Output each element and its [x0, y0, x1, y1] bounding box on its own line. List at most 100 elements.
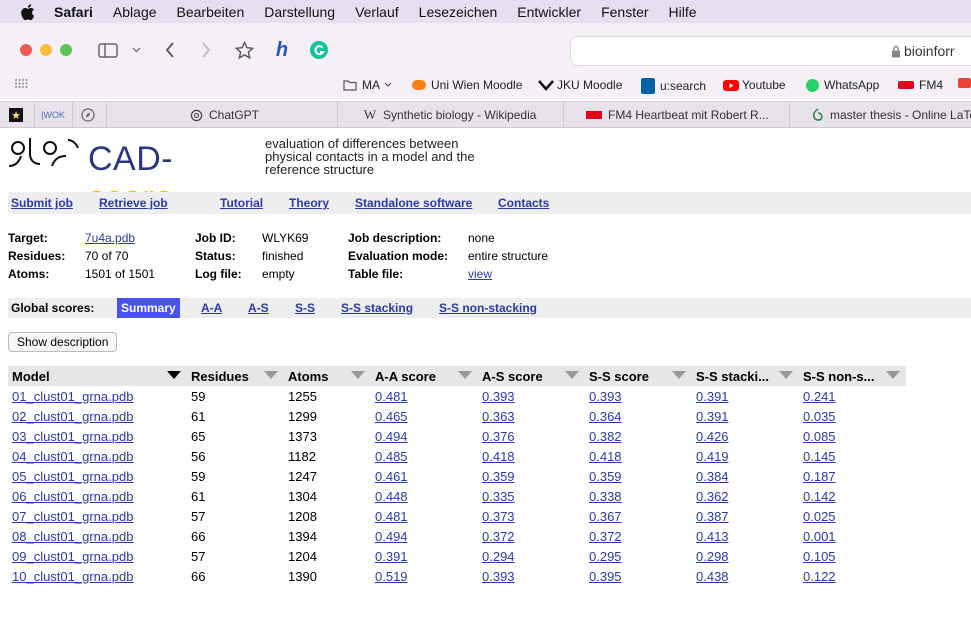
score-link[interactable]: 0.122 — [803, 569, 836, 584]
score-link[interactable]: 0.367 — [589, 509, 622, 524]
menu-item-verlauf[interactable]: Verlauf — [355, 4, 399, 20]
score-link[interactable]: 0.359 — [589, 469, 622, 484]
score-link[interactable]: 0.393 — [589, 389, 622, 404]
score-link[interactable]: 0.363 — [482, 409, 515, 424]
score-tab-ss-non-stacking[interactable]: S-S non-stacking — [439, 301, 537, 315]
score-tab-aa[interactable]: A-A — [201, 301, 222, 315]
grammarly-extension-icon[interactable] — [309, 40, 329, 60]
sort-icon[interactable] — [351, 371, 365, 379]
gmail-icon[interactable] — [958, 78, 971, 88]
score-link[interactable]: 0.418 — [589, 449, 622, 464]
bookmark-uni-wien-moodle[interactable]: Uni Wien Moodle — [412, 78, 522, 92]
bookmark-fm4[interactable]: FM4 — [898, 78, 943, 92]
score-link[interactable]: 0.335 — [482, 489, 515, 504]
nav-standalone-software[interactable]: Standalone software — [355, 196, 472, 210]
back-icon[interactable] — [162, 41, 178, 59]
bookmark-star-icon[interactable] — [234, 40, 254, 60]
nav-retrieve-job[interactable]: Retrieve job — [99, 196, 168, 210]
forward-icon[interactable] — [198, 41, 214, 59]
score-link[interactable]: 0.418 — [482, 449, 515, 464]
score-link[interactable]: 0.364 — [589, 409, 622, 424]
model-file-link[interactable]: 09_clust01_grna.pdb — [12, 549, 133, 564]
score-link[interactable]: 0.376 — [482, 429, 515, 444]
apple-icon[interactable] — [18, 3, 38, 20]
score-link[interactable]: 0.391 — [375, 549, 408, 564]
score-link[interactable]: 0.438 — [696, 569, 729, 584]
menu-item-fenster[interactable]: Fenster — [601, 4, 648, 20]
column-header-as-score[interactable]: A-S score — [478, 366, 585, 386]
score-link[interactable]: 0.481 — [375, 509, 408, 524]
score-link[interactable]: 0.145 — [803, 449, 836, 464]
tab-chatgpt[interactable]: ChatGPT — [106, 102, 337, 128]
nav-submit-job[interactable]: Submit job — [11, 196, 73, 210]
score-link[interactable]: 0.105 — [803, 549, 836, 564]
tab-pinned-wok[interactable]: |WOK — [34, 102, 70, 128]
sort-desc-icon[interactable] — [167, 371, 181, 379]
score-link[interactable]: 0.338 — [589, 489, 622, 504]
address-bar[interactable]: bioinforr — [570, 36, 971, 66]
column-header-ss-stacking[interactable]: S-S stacki... — [692, 366, 799, 386]
bookmark-youtube[interactable]: Youtube — [723, 78, 786, 92]
score-link[interactable]: 0.298 — [696, 549, 729, 564]
score-link[interactable]: 0.448 — [375, 489, 408, 504]
score-link[interactable]: 0.362 — [696, 489, 729, 504]
menu-item-entwickler[interactable]: Entwickler — [517, 4, 581, 20]
tab-pinned-compass[interactable] — [72, 102, 106, 128]
menu-item-lesezeichen[interactable]: Lesezeichen — [419, 4, 498, 20]
score-link[interactable]: 0.391 — [696, 389, 729, 404]
menu-item-ablage[interactable]: Ablage — [113, 4, 157, 20]
column-header-ss-non-stacking[interactable]: S-S non-s... — [799, 366, 906, 386]
column-header-aa-score[interactable]: A-A score — [371, 366, 478, 386]
score-link[interactable]: 0.142 — [803, 489, 836, 504]
score-link[interactable]: 0.001 — [803, 529, 836, 544]
score-link[interactable]: 0.035 — [803, 409, 836, 424]
tab-pinned-star[interactable]: ★ — [0, 102, 32, 128]
table-file-view-link[interactable]: view — [468, 267, 492, 281]
score-link[interactable]: 0.384 — [696, 469, 729, 484]
score-tab-as[interactable]: A-S — [248, 301, 269, 315]
column-header-atoms[interactable]: Atoms — [284, 366, 371, 386]
bookmark-whatsapp[interactable]: WhatsApp — [806, 78, 879, 92]
tab-master-thesis[interactable]: master thesis - Online LaTe — [789, 102, 971, 128]
score-link[interactable]: 0.393 — [482, 569, 515, 584]
minimize-window-button[interactable] — [40, 44, 52, 56]
score-link[interactable]: 0.295 — [589, 549, 622, 564]
score-link[interactable]: 0.187 — [803, 469, 836, 484]
score-link[interactable]: 0.387 — [696, 509, 729, 524]
score-link[interactable]: 0.372 — [589, 529, 622, 544]
bookmark-folder-ma[interactable]: MA — [343, 78, 392, 92]
score-link[interactable]: 0.372 — [482, 529, 515, 544]
score-link[interactable]: 0.025 — [803, 509, 836, 524]
model-file-link[interactable]: 05_clust01_grna.pdb — [12, 469, 133, 484]
score-link[interactable]: 0.391 — [696, 409, 729, 424]
bookmark-jku-moodle[interactable]: JKU Moodle — [538, 78, 622, 92]
score-tab-ss-stacking[interactable]: S-S stacking — [341, 301, 413, 315]
apps-grid-icon[interactable] — [14, 78, 28, 88]
close-window-button[interactable] — [20, 44, 32, 56]
sort-icon[interactable] — [672, 371, 686, 379]
hypothesis-extension-icon[interactable]: h — [272, 39, 292, 61]
score-link[interactable]: 0.359 — [482, 469, 515, 484]
column-header-residues[interactable]: Residues — [187, 366, 284, 386]
nav-theory[interactable]: Theory — [289, 196, 329, 210]
model-file-link[interactable]: 06_clust01_grna.pdb — [12, 489, 133, 504]
model-file-link[interactable]: 01_clust01_grna.pdb — [12, 389, 133, 404]
model-file-link[interactable]: 02_clust01_grna.pdb — [12, 409, 133, 424]
nav-contacts[interactable]: Contacts — [498, 196, 549, 210]
score-link[interactable]: 0.494 — [375, 429, 408, 444]
menu-item-darstellung[interactable]: Darstellung — [264, 4, 335, 20]
score-link[interactable]: 0.294 — [482, 549, 515, 564]
score-link[interactable]: 0.419 — [696, 449, 729, 464]
score-link[interactable]: 0.426 — [696, 429, 729, 444]
column-header-model[interactable]: Model — [8, 366, 187, 386]
model-file-link[interactable]: 08_clust01_grna.pdb — [12, 529, 133, 544]
score-link[interactable]: 0.494 — [375, 529, 408, 544]
tab-fm4-heartbeat[interactable]: FM4 Heartbeat mit Robert R... — [563, 102, 789, 128]
sidebar-icon[interactable] — [97, 42, 119, 58]
score-link[interactable]: 0.461 — [375, 469, 408, 484]
sort-icon[interactable] — [264, 371, 278, 379]
menu-app-name[interactable]: Safari — [54, 4, 93, 20]
score-link[interactable]: 0.395 — [589, 569, 622, 584]
score-link[interactable]: 0.382 — [589, 429, 622, 444]
score-link[interactable]: 0.413 — [696, 529, 729, 544]
